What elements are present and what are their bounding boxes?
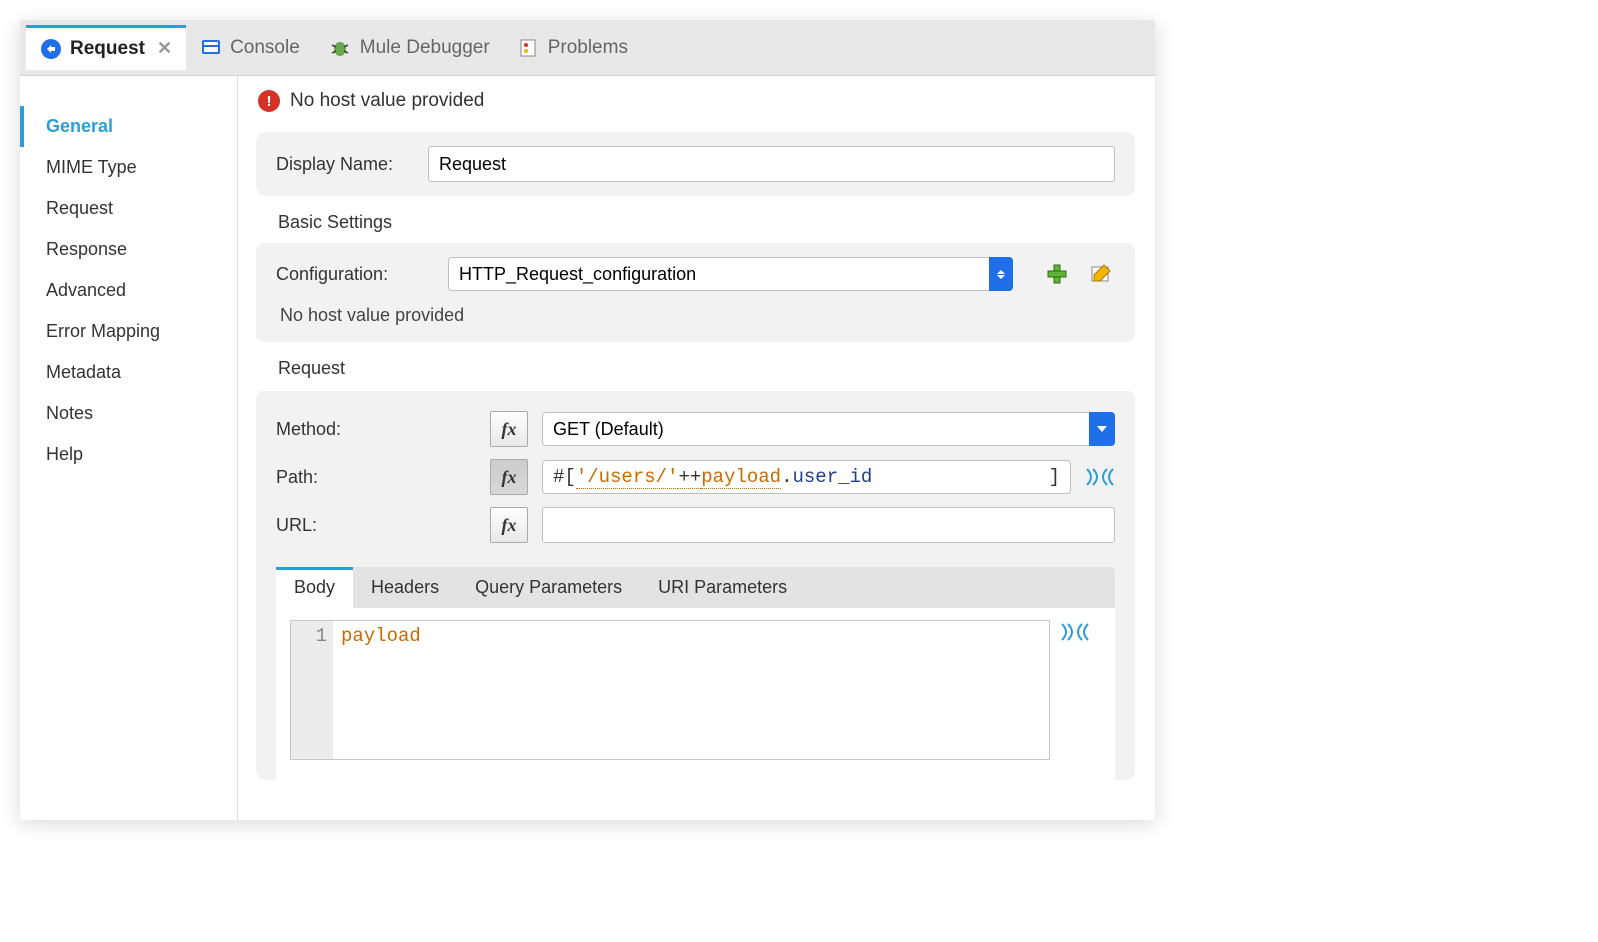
sidebar-nav: General MIME Type Request Response Advan… <box>20 76 238 820</box>
basic-settings-section: Configuration: <box>256 243 1135 342</box>
sidebar-item-advanced[interactable]: Advanced <box>20 270 237 311</box>
bug-icon <box>328 37 352 59</box>
tab-debugger-label: Mule Debugger <box>360 37 490 59</box>
configuration-label: Configuration: <box>276 264 436 285</box>
add-config-button[interactable] <box>1043 262 1071 286</box>
body-editor-area: 1 payload <box>276 608 1115 780</box>
tab-request-label: Request <box>70 38 145 60</box>
tab-problems[interactable]: Problems <box>504 27 642 69</box>
body-code-content[interactable]: payload <box>333 621 1049 759</box>
body-dataweave-icon[interactable] <box>1060 620 1090 760</box>
display-name-label: Display Name: <box>276 154 416 175</box>
config-note: No host value provided <box>276 291 1115 328</box>
console-icon <box>200 37 222 59</box>
sidebar-item-request[interactable]: Request <box>20 188 237 229</box>
chevron-updown-icon <box>989 257 1013 291</box>
request-section-title: Request <box>256 356 1135 383</box>
tab-debugger[interactable]: Mule Debugger <box>314 27 504 69</box>
tab-request[interactable]: Request ✕ <box>26 25 186 70</box>
sidebar-item-metadata[interactable]: Metadata <box>20 352 237 393</box>
configuration-value[interactable] <box>448 257 1013 291</box>
sidebar-item-response[interactable]: Response <box>20 229 237 270</box>
chevron-down-icon <box>1089 412 1115 446</box>
content-area: General MIME Type Request Response Advan… <box>20 76 1155 820</box>
path-fx-button[interactable]: fx <box>490 459 528 495</box>
sub-tab-query-params[interactable]: Query Parameters <box>457 567 640 608</box>
sub-tab-headers[interactable]: Headers <box>353 567 457 608</box>
sidebar-item-mime[interactable]: MIME Type <box>20 147 237 188</box>
close-icon[interactable]: ✕ <box>157 38 172 59</box>
sidebar-item-help[interactable]: Help <box>20 434 237 475</box>
mule-request-panel: Request ✕ Console Mule Debugger Problems… <box>20 20 1155 820</box>
line-gutter: 1 <box>291 621 333 759</box>
tab-problems-label: Problems <box>548 37 628 59</box>
sub-tab-body[interactable]: Body <box>276 567 353 608</box>
request-icon <box>40 38 62 60</box>
basic-settings-title: Basic Settings <box>256 210 1135 237</box>
body-code-editor[interactable]: 1 payload <box>290 620 1050 760</box>
method-value[interactable] <box>542 412 1115 446</box>
display-name-input[interactable] <box>428 146 1115 182</box>
url-fx-button[interactable]: fx <box>490 507 528 543</box>
plus-icon <box>1046 263 1068 285</box>
sidebar-item-general[interactable]: General <box>20 106 237 147</box>
method-select[interactable] <box>542 412 1115 446</box>
display-name-section: Display Name: <box>256 132 1135 196</box>
sub-tab-uri-params[interactable]: URI Parameters <box>640 567 805 608</box>
request-sub-tabs: Body Headers Query Parameters URI Parame… <box>276 567 1115 608</box>
error-banner: ! No host value provided <box>238 76 1155 126</box>
url-label: URL: <box>276 515 476 536</box>
tab-console[interactable]: Console <box>186 27 314 69</box>
sidebar-item-error-mapping[interactable]: Error Mapping <box>20 311 237 352</box>
configuration-select[interactable] <box>448 257 1013 291</box>
editor-tab-bar: Request ✕ Console Mule Debugger Problems <box>20 20 1155 76</box>
path-label: Path: <box>276 467 476 488</box>
main-panel: ! No host value provided Display Name: B… <box>238 76 1155 820</box>
tab-console-label: Console <box>230 37 300 59</box>
dataweave-icon[interactable] <box>1085 465 1115 489</box>
method-label: Method: <box>276 419 476 440</box>
method-fx-button[interactable]: fx <box>490 411 528 447</box>
request-section: Method: fx Path: fx #[ '/users/' <box>256 391 1135 780</box>
edit-icon <box>1090 263 1112 285</box>
edit-config-button[interactable] <box>1087 262 1115 286</box>
url-input[interactable] <box>542 507 1115 543</box>
error-text: No host value provided <box>290 90 484 112</box>
problems-icon <box>518 37 540 59</box>
sidebar-item-notes[interactable]: Notes <box>20 393 237 434</box>
path-expression-input[interactable]: #[ '/users/' ++ payload . user_id ] <box>542 460 1071 494</box>
error-icon: ! <box>258 90 280 112</box>
